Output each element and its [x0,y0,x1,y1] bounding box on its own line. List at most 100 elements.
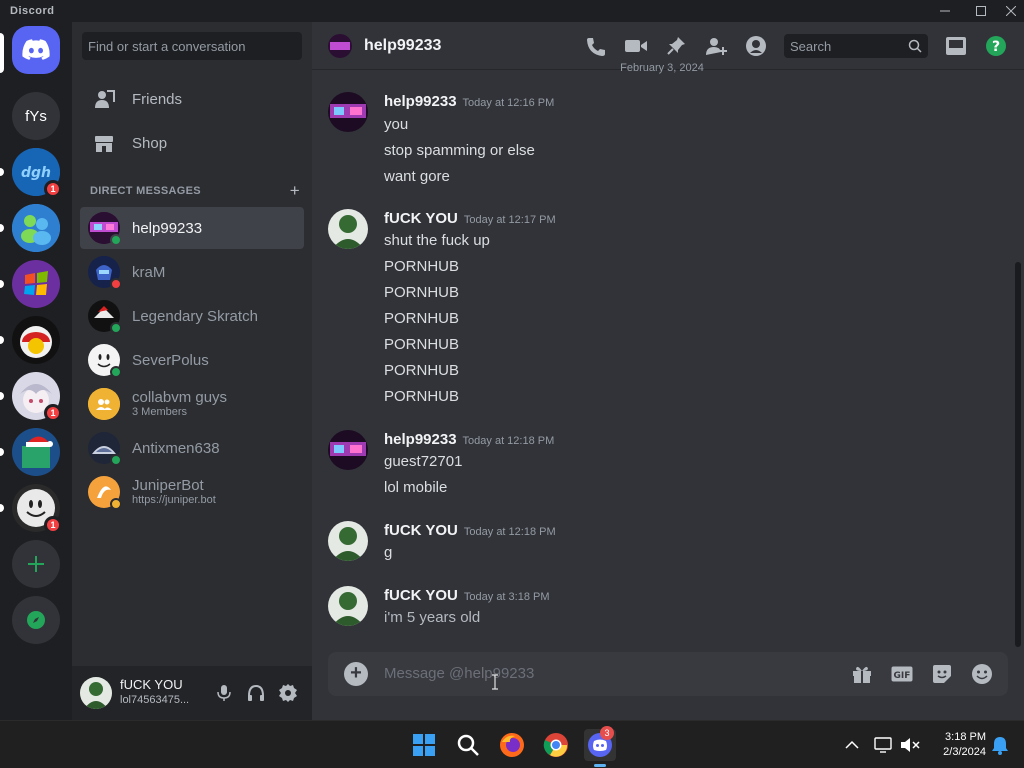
emoji-icon[interactable] [970,662,994,686]
add-server-button[interactable] [12,540,60,588]
taskbar-chrome[interactable] [540,729,572,761]
chat-search-input[interactable]: Search [784,34,928,58]
message-line: PORNHUB [384,362,460,379]
dm-name: Antixmen638 [132,439,220,457]
message-line: PORNHUB [384,258,460,275]
start-button[interactable] [408,729,440,761]
message-avatar[interactable] [328,430,368,470]
gif-label: GIF [894,671,911,681]
message-line: PORNHUB [384,388,460,405]
network-icon [874,737,892,753]
windows-start-icon [413,734,435,756]
active-app-indicator [594,764,606,767]
message-author[interactable]: help99233 Today at 12:16 PM [384,93,554,110]
taskbar-discord[interactable]: 3 [584,726,616,767]
headphones-icon[interactable] [244,681,268,705]
message-scrollbar[interactable] [1015,262,1021,647]
message-author[interactable]: fUCK YOU Today at 12:18 PM [384,522,556,539]
server-red-cap[interactable] [12,316,60,364]
volume-status[interactable] [894,729,926,761]
server-fys[interactable]: fYs [12,92,60,140]
dm-item-severpolus[interactable]: SeverPolus [80,339,304,381]
dnd-status-icon [110,278,122,290]
user-avatar[interactable] [80,677,112,709]
inbox-icon[interactable] [944,34,968,58]
message-avatar[interactable] [328,209,368,249]
add-friends-to-dm-icon[interactable] [704,34,728,58]
dm-subtitle: https://juniper.bot [132,494,216,506]
video-call-icon[interactable] [624,34,648,58]
attach-plus-icon[interactable]: + [344,662,368,686]
server-christmas[interactable] [12,428,60,476]
nav-friends[interactable]: Friends [80,78,304,120]
discord-home-button[interactable] [12,26,60,74]
user-profile-icon[interactable] [744,34,768,58]
show-hidden-icons-button[interactable] [836,729,868,761]
server-smiley[interactable]: 1 [12,484,62,534]
message-line: stop spamming or else [384,142,535,159]
compass-icon [27,611,45,629]
message-line: want gore [384,168,450,185]
avatar [88,256,122,290]
message-composer[interactable]: + Message @help99233 GIF [328,652,1008,696]
search-icon [457,734,479,756]
nav-shop[interactable]: Shop [80,122,304,164]
windows-logo-icon [12,260,60,308]
message-line: PORNHUB [384,310,460,327]
chat-area: help99233 Search ? February 3, 2024 help… [312,22,1024,720]
help-icon[interactable]: ? [984,34,1008,58]
taskbar-search-button[interactable] [452,729,484,761]
create-dm-plus-icon[interactable]: + [290,181,300,201]
microphone-icon[interactable] [212,681,236,705]
gif-button[interactable]: GIF [890,662,914,686]
maximize-button[interactable] [966,0,996,22]
unread-indicator [0,224,4,232]
message-avatar[interactable] [328,92,368,132]
message-avatar[interactable] [328,521,368,561]
pinned-messages-icon[interactable] [664,34,688,58]
close-button[interactable] [996,0,1024,22]
server-anime[interactable]: 1 [12,372,62,422]
sticker-icon[interactable] [930,662,954,686]
message-avatar[interactable] [328,586,368,626]
server-avatar-icon [12,428,60,476]
gift-icon[interactable] [850,662,874,686]
header-avatar [328,34,352,58]
message-line: you [384,116,409,133]
dm-item-help99233[interactable]: help99233 [80,207,304,249]
unread-indicator [0,448,4,456]
unread-indicator [0,168,4,176]
dm-item-legendary-skratch[interactable]: Legendary Skratch [80,295,304,337]
unread-indicator [0,392,4,400]
message-line: g [384,544,393,561]
online-status-icon [110,454,122,466]
discover-button[interactable] [12,596,60,644]
dm-item-kram[interactable]: kraM [80,251,304,293]
message-timestamp: Today at 12:17 PM [463,214,556,226]
unread-indicator [0,280,4,288]
dm-item-juniperbot[interactable]: JuniperBot https://juniper.bot [80,471,304,513]
dm-item-collabvm-guys[interactable]: collabvm guys 3 Members [80,383,304,425]
svg-text:?: ? [992,39,1000,55]
minimize-button[interactable] [930,0,960,22]
unread-indicator [0,504,4,512]
conversation-search-input[interactable]: Find or start a conversation [82,32,302,60]
notifications-button[interactable] [984,729,1016,761]
user-name: fUCK YOU [120,677,183,692]
windows-taskbar: 3 3:18 PM 2/3/2024 [0,720,1024,768]
server-dgh[interactable]: dgh 1 [12,148,62,198]
server-messenger[interactable] [12,204,60,252]
message-input[interactable]: Message @help99233 [384,665,534,682]
dm-item-antixmen638[interactable]: Antixmen638 [80,427,304,469]
settings-gear-icon[interactable] [276,681,300,705]
system-clock[interactable]: 3:18 PM 2/3/2024 [928,730,986,760]
voice-call-icon[interactable] [584,34,608,58]
taskbar-firefox[interactable] [496,729,528,761]
dm-name: SeverPolus [132,351,209,369]
server-windows[interactable] [12,260,60,308]
message-timestamp: Today at 12:16 PM [462,97,555,109]
message-author[interactable]: fUCK YOU Today at 3:18 PM [384,587,550,604]
message-author[interactable]: help99233 Today at 12:18 PM [384,431,554,448]
server-avatar-icon [12,316,60,364]
message-author[interactable]: fUCK YOU Today at 12:17 PM [384,210,556,227]
